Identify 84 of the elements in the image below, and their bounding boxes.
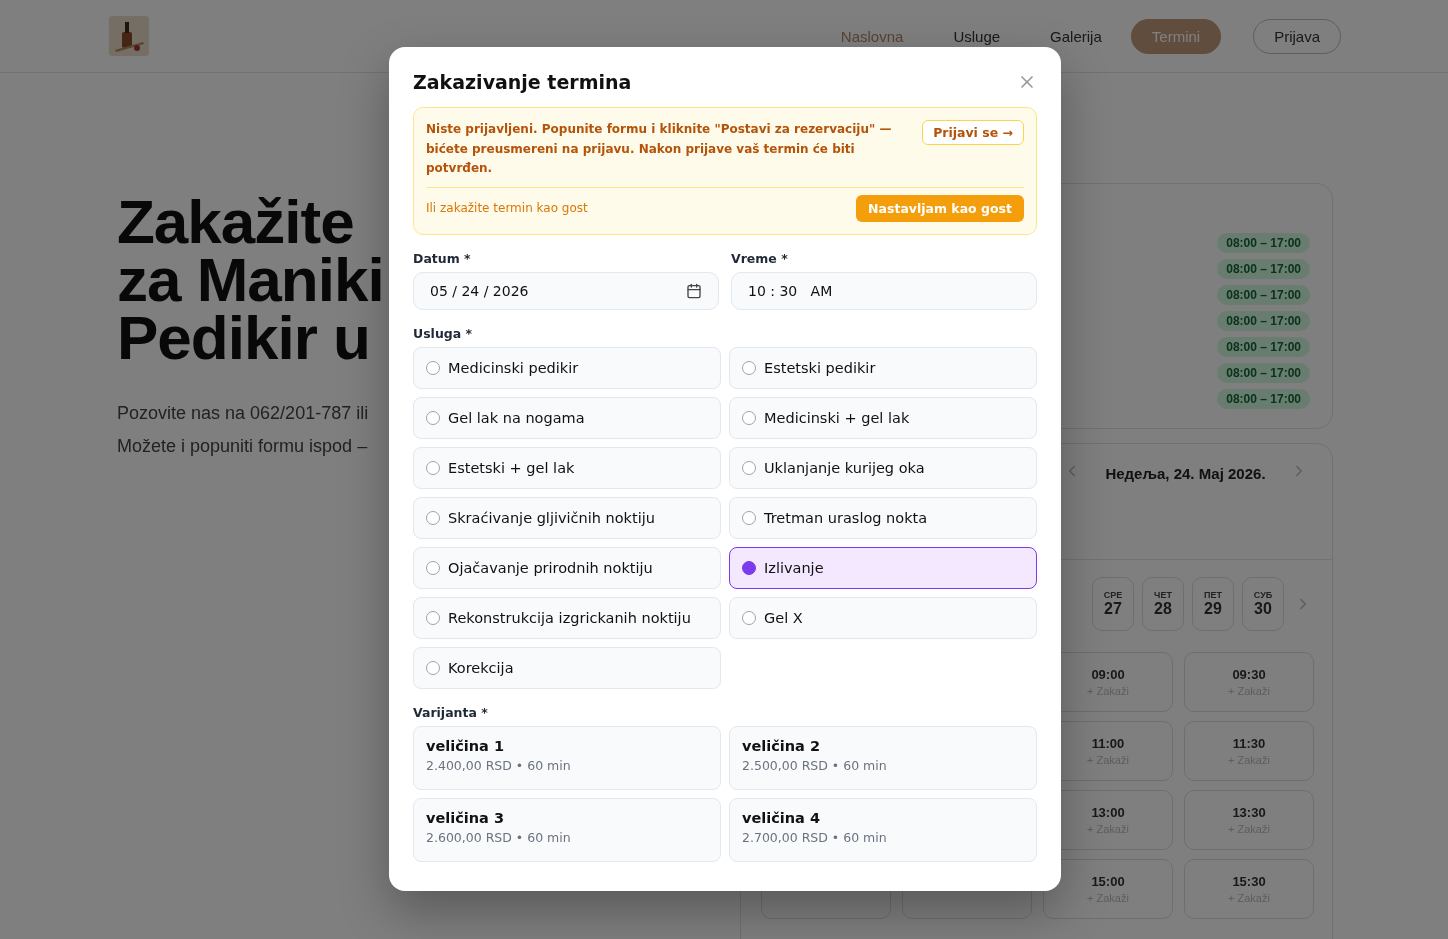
- service-option[interactable]: Gel lak na nogama: [413, 396, 721, 439]
- service-option[interactable]: Uklanjanje kurijeg oka: [729, 446, 1037, 489]
- date-field[interactable]: 05 / 24 / 2026: [413, 271, 719, 310]
- day-number: 29: [1204, 600, 1222, 618]
- field-label: Varijanta *: [413, 704, 489, 720]
- service-option[interactable]: Tretman uraslog nokta: [729, 496, 1037, 539]
- hero-title: Pedikir u: [117, 309, 370, 367]
- guest-text: Ili zakažite termin kao gost: [426, 201, 588, 215]
- logo[interactable]: [109, 16, 149, 56]
- service-option[interactable]: Skraćivanje gljivičnih noktiju: [413, 496, 721, 539]
- radio-icon: [426, 660, 440, 675]
- service-option[interactable]: Medicinski + gel lak: [729, 396, 1037, 439]
- slot-time: 13:30: [1232, 805, 1266, 820]
- hero-title: Zakažite: [117, 193, 354, 251]
- date-title: Недеља, 24. Мај 2026.: [1105, 464, 1266, 482]
- hours-pill: 08:00 – 17:00: [1217, 259, 1310, 279]
- variant-detail: 2.400,00 RSD • 60 min: [426, 757, 572, 773]
- weekday: СРЕ: [1103, 590, 1123, 600]
- day-chip[interactable]: ЧЕТ 28: [1142, 577, 1184, 631]
- radio-icon: [742, 510, 756, 525]
- radio-icon: [426, 360, 440, 375]
- radio-icon: [426, 610, 440, 625]
- service-option[interactable]: Rekonstrukcija izgrickanih noktiju: [413, 596, 721, 639]
- login-button[interactable]: Prijavi se →: [922, 120, 1024, 145]
- hero-text: Možete i popuniti formu ispod –: [117, 435, 368, 458]
- nav-link[interactable]: Galerija: [1029, 18, 1123, 54]
- variant-name: veličina 2: [742, 737, 822, 754]
- slot-time: 11:30: [1232, 736, 1266, 751]
- variant-option[interactable]: veličina 2 2.500,00 RSD • 60 min: [729, 725, 1037, 790]
- weekday: СУБ: [1253, 590, 1273, 600]
- day-number: 28: [1154, 600, 1172, 618]
- radio-icon: [426, 460, 440, 475]
- day-number: 30: [1254, 600, 1272, 618]
- field-label: Usluga *: [413, 325, 474, 341]
- time-field[interactable]: 10 : 30 AM: [731, 271, 1037, 310]
- service-option[interactable]: Gel X: [729, 596, 1037, 639]
- variant-option[interactable]: veličina 3 2.600,00 RSD • 60 min: [413, 797, 721, 862]
- variant-detail: 2.700,00 RSD • 60 min: [742, 829, 888, 845]
- variant-option[interactable]: veličina 1 2.400,00 RSD • 60 min: [413, 725, 721, 790]
- hero-title: za Maniki: [117, 251, 384, 309]
- hero-text: Pozovite nas na 062/201-787 ili: [117, 402, 369, 425]
- day-number: 27: [1104, 600, 1122, 618]
- variant-name: veličina 3: [426, 809, 506, 826]
- notice-text: Niste prijavljeni. Popunite formu i kliknite "Postavi za rezervaciju" — bićete preusmereni na prijavu. Nakon prijave vaš termin će biti potvrđen.: [426, 121, 893, 177]
- weekday: ЧЕТ: [1154, 590, 1172, 600]
- hours-pill: 08:00 – 17:00: [1217, 311, 1310, 331]
- hours-pill: 08:00 – 17:00: [1217, 337, 1310, 357]
- radio-icon: [742, 410, 756, 425]
- variant-option[interactable]: veličina 4 2.700,00 RSD • 60 min: [729, 797, 1037, 862]
- radio-icon: [426, 560, 440, 575]
- slot-time: 13:00: [1091, 805, 1125, 820]
- radio-icon: [426, 410, 440, 425]
- field-label: Vreme *: [731, 250, 789, 266]
- day-chip[interactable]: СУБ 30: [1242, 577, 1284, 631]
- weekday: ПЕТ: [1204, 590, 1222, 600]
- day-chip[interactable]: СРЕ 27: [1092, 577, 1134, 631]
- service-option[interactable]: Medicinski pedikir: [413, 346, 721, 389]
- slot-time: 09:00: [1091, 667, 1125, 682]
- radio-icon: [742, 610, 756, 625]
- service-option[interactable]: Estetski pedikir: [729, 346, 1037, 389]
- slot-time: 15:00: [1091, 874, 1125, 889]
- slot-time: 15:30: [1232, 874, 1266, 889]
- dialog-title: Zakazivanje termina: [413, 71, 632, 93]
- day-chip[interactable]: ПЕТ 29: [1192, 577, 1234, 631]
- variant-detail: 2.500,00 RSD • 60 min: [742, 757, 888, 773]
- hours-pill: 08:00 – 17:00: [1217, 389, 1310, 409]
- radio-icon: [742, 360, 756, 375]
- service-option[interactable]: Ojačavanje prirodnih noktiju: [413, 546, 721, 589]
- service-option[interactable]: Izlivanje: [729, 546, 1037, 589]
- hours-pill: 08:00 – 17:00: [1217, 363, 1310, 383]
- variant-name: veličina 1: [426, 737, 506, 754]
- slot-time: 11:00: [1091, 736, 1125, 751]
- calendar-icon[interactable]: [686, 282, 702, 299]
- field-label: Datum *: [413, 250, 472, 266]
- radio-icon: [742, 460, 756, 475]
- radio-icon: [742, 560, 756, 575]
- hours-pill: 08:00 – 17:00: [1217, 233, 1310, 253]
- hours-pill: 08:00 – 17:00: [1217, 285, 1310, 305]
- variant-detail: 2.600,00 RSD • 60 min: [426, 829, 572, 845]
- radio-icon: [426, 510, 440, 525]
- service-option[interactable]: Korekcija: [413, 646, 721, 689]
- slot-time: 09:30: [1232, 667, 1266, 682]
- service-option[interactable]: Estetski + gel lak: [413, 446, 721, 489]
- variant-name: veličina 4: [742, 809, 822, 826]
